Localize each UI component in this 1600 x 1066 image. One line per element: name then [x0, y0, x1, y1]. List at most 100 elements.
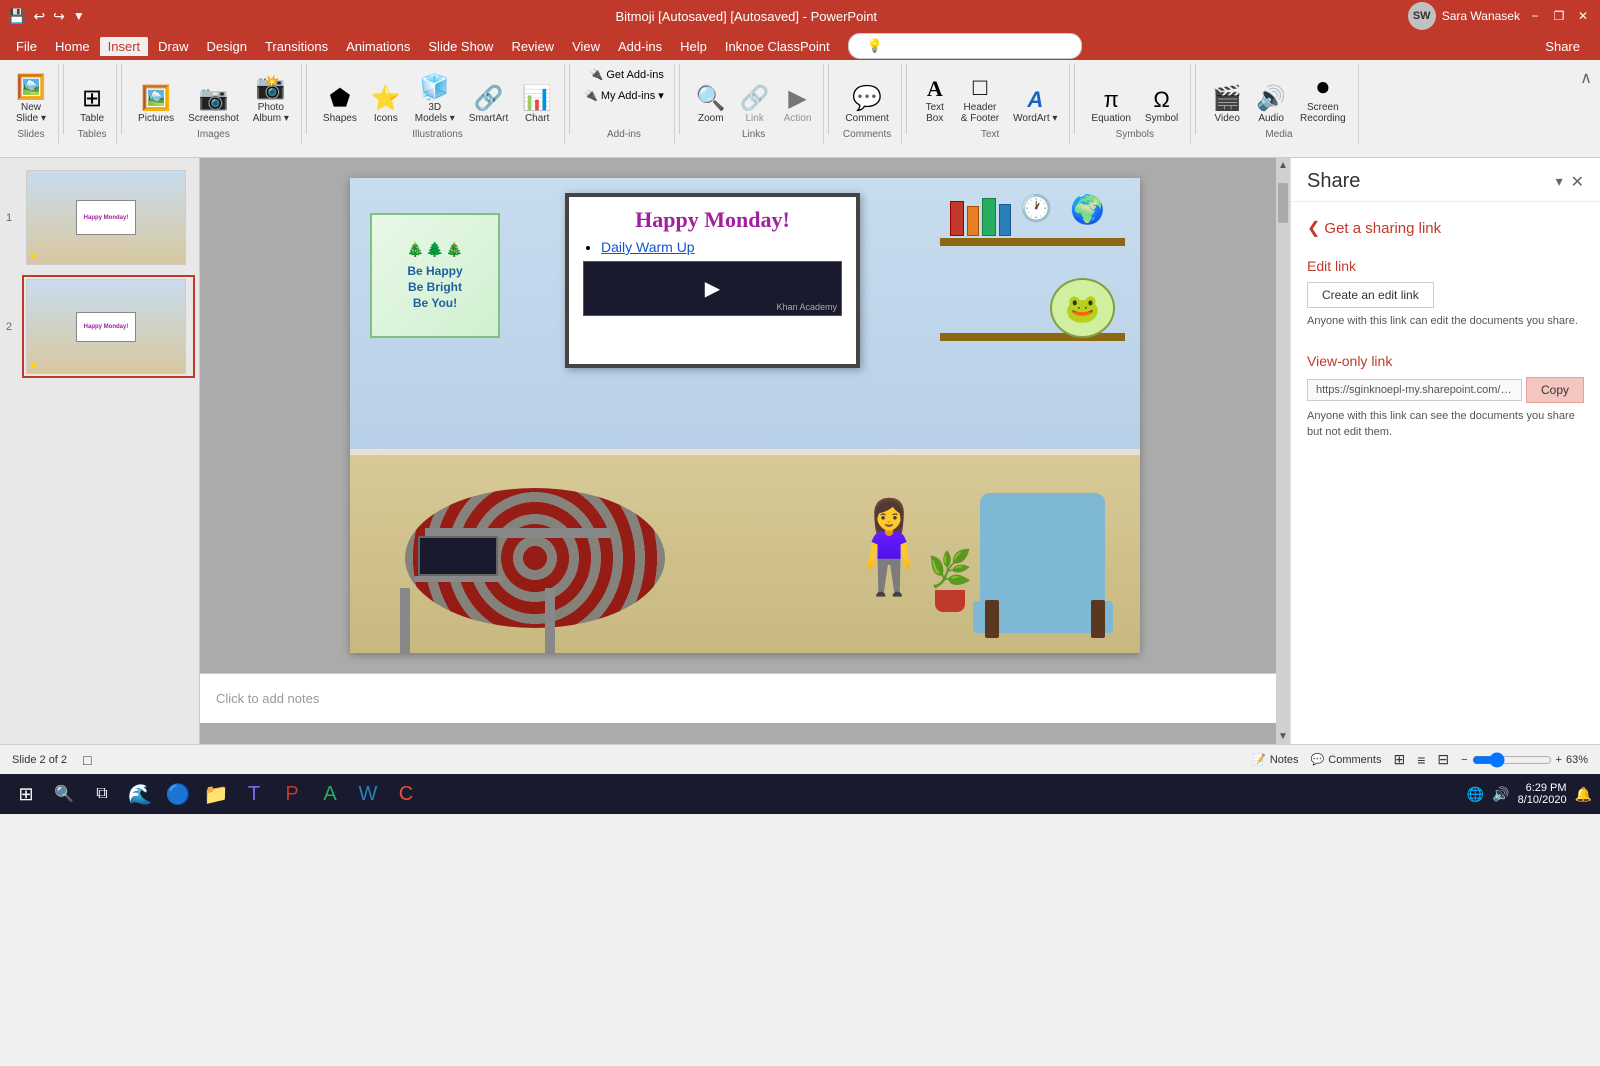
warm-up-link[interactable]: Daily Warm Up — [601, 239, 695, 255]
zoom-label: Zoom — [698, 113, 724, 124]
undo-icon[interactable]: ↩ — [33, 8, 45, 25]
scroll-down-arrow[interactable]: ▼ — [1276, 729, 1290, 744]
chart-button[interactable]: 📊 Chart — [516, 84, 558, 127]
equation-button[interactable]: π Equation — [1085, 86, 1136, 127]
zoom-icon: 🔍 — [696, 87, 726, 111]
save-icon[interactable]: 💾 — [8, 8, 25, 25]
wordart-button[interactable]: A WordArt ▾ — [1007, 86, 1063, 127]
powerpoint-taskbar[interactable]: P — [274, 776, 310, 812]
copy-button[interactable]: Copy — [1526, 377, 1584, 403]
teams-taskbar[interactable]: T — [236, 776, 272, 812]
taskbar-volume-icon: 🔊 — [1492, 786, 1509, 803]
restore-button[interactable]: ❐ — [1550, 7, 1568, 25]
my-addins-button[interactable]: 🔌 My Add-ins ▾ — [580, 87, 668, 104]
comment-button[interactable]: 💬 Comment — [839, 84, 894, 127]
slide-thumb-1[interactable]: 1 Happy Monday! ★ — [22, 166, 195, 269]
menu-addins[interactable]: Add-ins — [610, 37, 670, 56]
view-normal-button[interactable]: ⊞ — [1393, 751, 1405, 768]
notes-area[interactable]: Click to add notes — [200, 673, 1290, 723]
poster-line3: Be You! — [413, 296, 457, 310]
create-edit-link-button[interactable]: Create an edit link — [1307, 282, 1434, 308]
redo-icon[interactable]: ↪ — [53, 8, 65, 25]
notes-button[interactable]: 📝 Notes — [1252, 753, 1298, 766]
zoom-button[interactable]: 🔍 Zoom — [690, 84, 732, 127]
slide-canvas[interactable]: 🎄 🌲 🎄 Be Happy Be Bright Be You! Happy M… — [350, 178, 1140, 653]
taskbar-notification-icon[interactable]: 🔔 — [1575, 786, 1592, 803]
menu-animations[interactable]: Animations — [338, 37, 418, 56]
header-footer-button[interactable]: □ Header& Footer — [955, 73, 1005, 127]
app1-taskbar[interactable]: A — [312, 776, 348, 812]
view-slide-sorter-button[interactable]: ⊟ — [1437, 751, 1449, 768]
chrome-taskbar[interactable]: 🔵 — [160, 776, 196, 812]
user-avatar[interactable]: SW — [1408, 2, 1436, 30]
vertical-scrollbar[interactable]: ▲ ▼ — [1276, 158, 1290, 744]
scroll-up-arrow[interactable]: ▲ — [1276, 158, 1290, 173]
share-button[interactable]: Share — [1533, 37, 1592, 56]
close-button[interactable]: ✕ — [1574, 7, 1592, 25]
menu-help[interactable]: Help — [672, 37, 715, 56]
ribbon-group-illustrations-label: Illustrations — [412, 127, 463, 142]
app2-taskbar[interactable]: W — [350, 776, 386, 812]
app3-taskbar[interactable]: C — [388, 776, 424, 812]
task-view-button[interactable]: ⧉ — [84, 776, 120, 812]
menu-transitions[interactable]: Transitions — [257, 37, 336, 56]
screen-recording-button[interactable]: ⏺ ScreenRecording — [1294, 73, 1352, 127]
video-icon: 🎬 — [1212, 87, 1242, 111]
edge-taskbar[interactable]: 🌊 — [122, 776, 158, 812]
zoom-range[interactable] — [1472, 752, 1552, 768]
scroll-thumb[interactable] — [1278, 183, 1288, 223]
play-icon[interactable]: ▶ — [705, 276, 720, 301]
3d-models-button[interactable]: 🧊 3DModels ▾ — [409, 73, 461, 127]
explorer-taskbar[interactable]: 📁 — [198, 776, 234, 812]
get-addins-button[interactable]: 🔌 Get Add-ins — [586, 66, 668, 83]
shapes-button[interactable]: ⬟ Shapes — [317, 84, 363, 127]
minimize-button[interactable]: − — [1526, 7, 1544, 25]
3d-models-icon: 🧊 — [420, 76, 450, 100]
slide-thumb-2[interactable]: 2 Happy Monday! ★ — [22, 275, 195, 378]
table-button[interactable]: ⊞ Table — [74, 84, 110, 127]
text-box-button[interactable]: A TextBox — [917, 75, 953, 127]
sep8 — [1074, 64, 1075, 134]
share-close-button[interactable]: ✕ — [1571, 172, 1584, 192]
menu-insert[interactable]: Insert — [100, 37, 149, 56]
customize-icon[interactable]: ▼ — [73, 9, 85, 23]
search-taskbar-button[interactable]: 🔍 — [46, 776, 82, 812]
link-button[interactable]: 🔗 Link — [734, 84, 776, 127]
menu-review[interactable]: Review — [503, 37, 562, 56]
menu-home[interactable]: Home — [47, 37, 98, 56]
menu-view[interactable]: View — [564, 37, 608, 56]
sep5 — [679, 64, 680, 134]
smartart-button[interactable]: 🔗 SmartArt — [463, 84, 514, 127]
new-slide-button[interactable]: 🖼️ NewSlide ▾ — [10, 73, 52, 127]
photo-album-button[interactable]: 📸 PhotoAlbum ▾ — [247, 73, 295, 127]
ribbon-collapse-button[interactable]: ∧ — [1580, 68, 1592, 88]
start-button[interactable]: ⊞ — [8, 776, 44, 812]
video-button[interactable]: 🎬 Video — [1206, 84, 1248, 127]
ribbon-group-images: 🖼️ Pictures 📷 Screenshot 📸 PhotoAlbum ▾ … — [126, 64, 302, 144]
symbol-button[interactable]: Ω Symbol — [1139, 86, 1184, 127]
zoom-in-button[interactable]: + — [1556, 754, 1562, 766]
action-button[interactable]: ▶ Action — [778, 84, 818, 127]
get-addins-icon: 🔌 — [590, 68, 604, 81]
zoom-slider[interactable]: − + 63% — [1461, 752, 1588, 768]
menu-design[interactable]: Design — [199, 37, 255, 56]
pictures-button[interactable]: 🖼️ Pictures — [132, 84, 180, 127]
menu-slideshow[interactable]: Slide Show — [420, 37, 501, 56]
comments-button[interactable]: 💬 Comments — [1311, 753, 1382, 766]
menu-file[interactable]: File — [8, 37, 45, 56]
share-back-link[interactable]: ❮ Get a sharing link — [1307, 218, 1584, 238]
video-thumbnail[interactable]: ▶ Khan Academy — [583, 261, 842, 316]
share-dropdown-button[interactable]: ▾ — [1556, 173, 1563, 190]
menu-draw[interactable]: Draw — [150, 37, 196, 56]
view-outline-button[interactable]: ≡ — [1417, 752, 1425, 768]
view-link-input[interactable] — [1307, 379, 1522, 401]
tell-me-input[interactable]: 💡 Tell me what you want to do — [848, 33, 1083, 59]
zoom-out-button[interactable]: − — [1461, 754, 1467, 766]
ribbon-group-addins-label: Add-ins — [607, 127, 641, 142]
icons-button[interactable]: ⭐ Icons — [365, 84, 407, 127]
notes-label: Notes — [1270, 754, 1299, 766]
menu-classpoint[interactable]: Inknoe ClassPoint — [717, 37, 838, 56]
frog-item: 🐸 — [1050, 278, 1115, 338]
audio-button[interactable]: 🔊 Audio — [1250, 84, 1292, 127]
screenshot-button[interactable]: 📷 Screenshot — [182, 84, 245, 127]
